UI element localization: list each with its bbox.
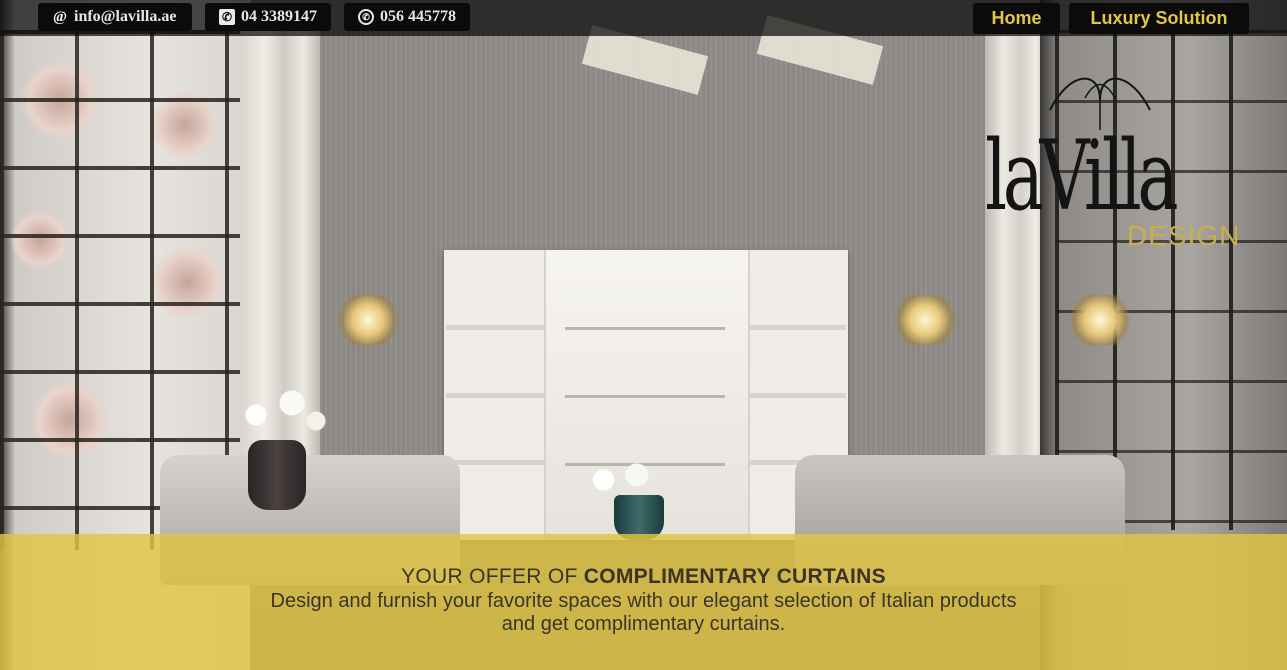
promo-banner: YOUR OFFER OF COMPLIMENTARY CURTAINS Des… (0, 534, 1287, 670)
flower-arrangement (220, 385, 340, 445)
email-link[interactable]: @ info@lavilla.ae (38, 3, 192, 31)
shelf (446, 325, 544, 330)
logo-subtitle: DESIGN (1127, 220, 1241, 251)
phone-icon: ✆ (219, 9, 235, 25)
promo-title-strong: COMPLIMENTARY CURTAINS (583, 565, 886, 588)
promo-description: Design and furnish your favorite spaces … (270, 590, 1017, 635)
nav-luxury-solution-link[interactable]: Luxury Solution (1069, 3, 1249, 34)
cabinet-trim (565, 327, 725, 330)
phone-link[interactable]: ✆ 04 3389147 (205, 3, 331, 31)
promo-title-prefix: YOUR OFFER OF (401, 565, 584, 588)
promo-title: YOUR OFFER OF COMPLIMENTARY CURTAINS (0, 565, 1287, 589)
whatsapp-icon: ✆ (358, 9, 374, 25)
shelf (446, 460, 544, 465)
cabinet-trim (565, 395, 725, 398)
vase (248, 440, 306, 510)
wall-sconce (1065, 295, 1135, 345)
shelf (748, 325, 846, 330)
wall-sconce (333, 295, 403, 345)
nav-luxury-solution-label: Luxury Solution (1090, 8, 1228, 28)
whatsapp-text: 056 445778 (380, 8, 456, 25)
nav-home-link[interactable]: Home (973, 3, 1060, 34)
shelf (748, 393, 846, 398)
wall-sconce (890, 295, 960, 345)
shelf (446, 393, 544, 398)
top-bar: @ info@lavilla.ae ✆ 04 3389147 ✆ 056 445… (0, 0, 1287, 36)
logo-wordmark: laVilla (985, 120, 1179, 232)
nav-home-label: Home (991, 8, 1042, 28)
whatsapp-link[interactable]: ✆ 056 445778 (344, 3, 470, 31)
at-icon: @ (53, 9, 67, 25)
lavilla-logo[interactable]: laVilla DESIGN (985, 70, 1255, 260)
phone-text: 04 3389147 (241, 8, 317, 25)
email-text: info@lavilla.ae (74, 8, 177, 25)
